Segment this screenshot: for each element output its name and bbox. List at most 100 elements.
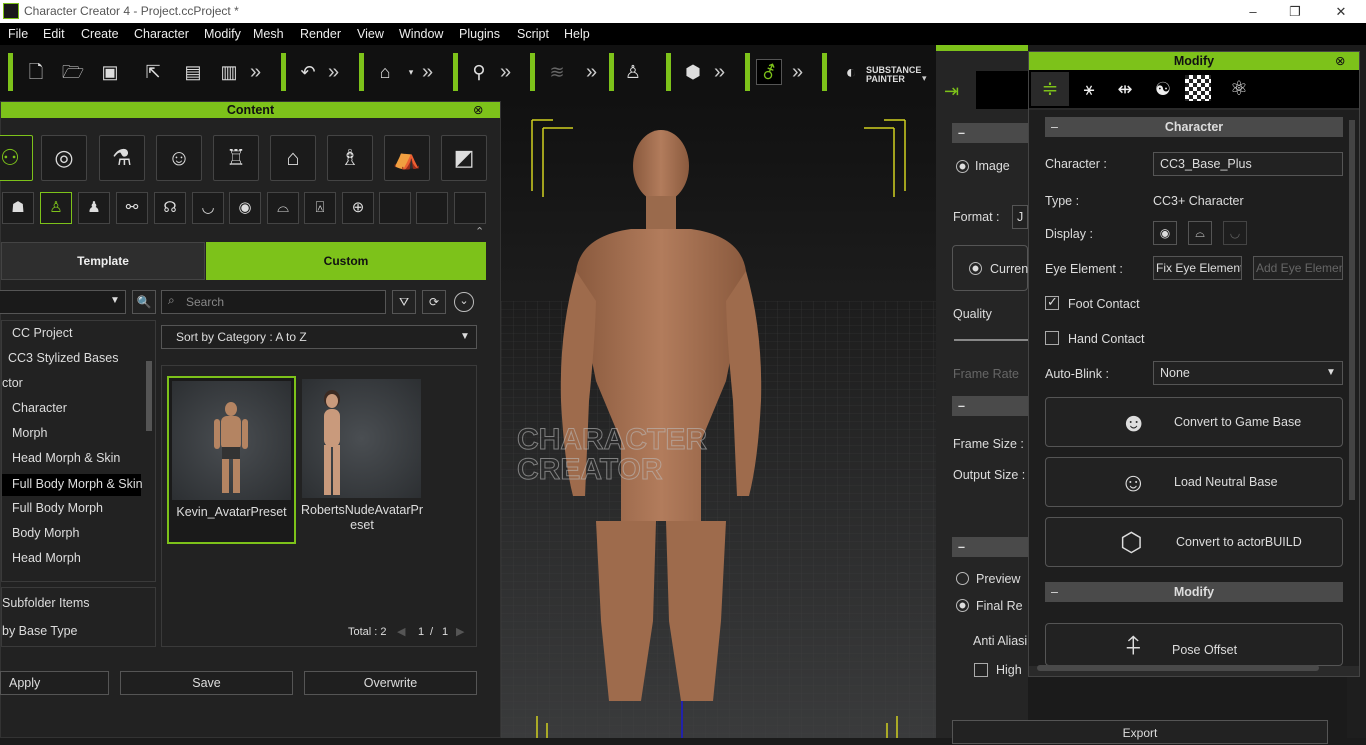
modify-section-header[interactable]: – Modify: [1045, 582, 1343, 602]
actor-category-icon[interactable]: ⚇: [0, 135, 33, 181]
dropdown-arrow-icon[interactable]: ▾: [922, 73, 927, 84]
face-sub-icon[interactable]: ☊: [154, 192, 186, 224]
menu-view[interactable]: View: [357, 27, 384, 41]
empty-slot[interactable]: [379, 192, 411, 224]
hair-category-icon[interactable]: ☺: [156, 135, 202, 181]
figure-sub-icon[interactable]: ♟: [78, 192, 110, 224]
open-folder-icon[interactable]: 🗁: [60, 59, 86, 85]
export-ic-icon[interactable]: ▤: [180, 59, 206, 85]
tab-custom[interactable]: Custom: [206, 242, 486, 280]
horizontal-scrollbar[interactable]: [1037, 665, 1319, 671]
search-input[interactable]: Search: [161, 290, 386, 314]
maximize-button[interactable]: ❐: [1272, 1, 1318, 22]
auto-blink-dropdown[interactable]: None ▼: [1153, 361, 1343, 385]
menu-edit[interactable]: Edit: [43, 27, 65, 41]
close-button[interactable]: ✕: [1318, 1, 1364, 22]
refresh-icon[interactable]: ⟳: [422, 290, 446, 314]
undo-icon[interactable]: ↶: [295, 59, 321, 85]
tree-item-cc-project[interactable]: CC Project: [12, 326, 72, 340]
next-page-icon[interactable]: ▶: [456, 625, 464, 638]
toolbar-more-icon[interactable]: »: [500, 59, 511, 85]
settings-sliders-icon[interactable]: ≋: [544, 59, 570, 85]
collapse-bar[interactable]: –: [952, 123, 1028, 143]
tree-item-head-morph[interactable]: Head Morph: [12, 551, 81, 565]
head-add-sub-icon[interactable]: ⊕: [342, 192, 374, 224]
character-section-header[interactable]: – Character: [1045, 117, 1343, 137]
fix-eye-element-button[interactable]: Fix Eye Element: [1153, 256, 1242, 280]
display-eyelash-icon[interactable]: ⌓: [1188, 221, 1212, 245]
quality-slider[interactable]: [954, 339, 1028, 341]
cloth-category-icon[interactable]: ♖: [213, 135, 259, 181]
prev-page-icon[interactable]: ◀: [397, 625, 405, 638]
toolbar-more-icon[interactable]: »: [714, 59, 725, 85]
empty-slot[interactable]: [454, 192, 486, 224]
menu-file[interactable]: File: [8, 27, 28, 41]
empty-slot[interactable]: [416, 192, 448, 224]
tab-motion-icon[interactable]: ⚹: [1071, 72, 1107, 106]
gender-morph-icon[interactable]: ⚦: [756, 59, 782, 85]
high-checkbox[interactable]: [974, 663, 988, 677]
current-option-box[interactable]: Curren: [952, 245, 1028, 291]
tree-item-actor[interactable]: ctor: [2, 376, 23, 390]
current-radio[interactable]: [969, 262, 982, 275]
makeup-category-icon[interactable]: ⚗: [99, 135, 145, 181]
tab-morph-icon[interactable]: ⇹: [1107, 72, 1143, 106]
scene-category-icon[interactable]: ◩: [441, 135, 487, 181]
toolbar-more-icon[interactable]: »: [422, 59, 433, 85]
tab-template[interactable]: Template: [1, 242, 205, 280]
body-sub-icon[interactable]: ♙: [40, 192, 72, 224]
tab-texture-icon[interactable]: [1185, 75, 1211, 101]
final-render-radio[interactable]: [956, 599, 969, 612]
collapse-bar[interactable]: –: [952, 537, 1028, 557]
export-usd-icon[interactable]: ▥: [216, 59, 242, 85]
figure-icon[interactable]: ♙: [620, 59, 646, 85]
eyelash-sub-icon[interactable]: ⌓: [267, 192, 299, 224]
dropdown-arrow-icon[interactable]: ▾: [398, 59, 424, 85]
tree-item-full-body-morph[interactable]: Full Body Morph: [12, 501, 103, 515]
convert-to-game-base-button[interactable]: ☻ Convert to Game Base: [1045, 397, 1343, 447]
menu-character[interactable]: Character: [134, 27, 189, 41]
limbs-sub-icon[interactable]: ⚯: [116, 192, 148, 224]
toolbar-more-icon[interactable]: »: [586, 59, 597, 85]
foot-contact-checkbox[interactable]: ✓: [1045, 294, 1059, 310]
menu-plugins[interactable]: Plugins: [459, 27, 500, 41]
convert-to-actorbuild-button[interactable]: ⬡ Convert to actorBUILD: [1045, 517, 1343, 567]
format-field[interactable]: J: [1012, 205, 1028, 229]
menu-create[interactable]: Create: [81, 27, 119, 41]
filter-icon[interactable]: ⛛: [392, 290, 416, 314]
substance-painter-icon[interactable]: ◐: [838, 59, 864, 85]
tab-physics-icon[interactable]: ⚛: [1221, 72, 1257, 106]
export-button[interactable]: Export: [952, 720, 1328, 744]
tab-sliders-icon[interactable]: ≑: [1031, 72, 1069, 106]
export-icon[interactable]: ⇱: [140, 59, 166, 85]
tree-item-head-morph-skin[interactable]: Head Morph & Skin: [12, 451, 120, 465]
mouth-sub-icon[interactable]: ◡: [192, 192, 224, 224]
base-type-label[interactable]: by Base Type: [2, 624, 78, 638]
menu-script[interactable]: Script: [517, 27, 549, 41]
toolbar-more-icon[interactable]: »: [328, 59, 339, 85]
save-button[interactable]: Save: [120, 671, 293, 695]
image-radio[interactable]: [956, 160, 969, 173]
cube-icon[interactable]: ⬢: [680, 59, 706, 85]
content-item[interactable]: Kevin_AvatarPreset: [167, 376, 296, 544]
add-eye-element-button[interactable]: Add Eye Elemen: [1253, 256, 1343, 280]
apply-button[interactable]: Apply: [0, 671, 109, 695]
tree-item-character[interactable]: Character: [12, 401, 67, 415]
tree-scrollbar[interactable]: [146, 361, 152, 431]
home-icon[interactable]: ⌂: [372, 59, 398, 85]
3d-viewport[interactable]: CHARACTER CREATOR: [501, 101, 936, 738]
collapse-up-icon[interactable]: ⌃: [475, 225, 484, 238]
material-category-icon[interactable]: ◎: [41, 135, 87, 181]
tree-item-full-body-morph-skin[interactable]: Full Body Morph & Skin: [2, 474, 143, 496]
pose-icon[interactable]: ⚲: [466, 59, 492, 85]
sort-dropdown[interactable]: Sort by Category : A to Z ▼: [161, 325, 477, 349]
toolbar-more-icon[interactable]: »: [250, 59, 261, 85]
hand-contact-checkbox[interactable]: [1045, 331, 1059, 345]
tab-material-icon[interactable]: ☯: [1145, 72, 1181, 106]
content-item[interactable]: RobertsNudeAvatarPr eset: [300, 376, 423, 544]
tree-item-cc3-stylized[interactable]: CC3 Stylized Bases: [8, 351, 118, 365]
overwrite-button[interactable]: Overwrite: [304, 671, 477, 695]
display-eye-icon[interactable]: ◉: [1153, 221, 1177, 245]
eye-sub-icon[interactable]: ◉: [229, 192, 261, 224]
menu-help[interactable]: Help: [564, 27, 590, 41]
